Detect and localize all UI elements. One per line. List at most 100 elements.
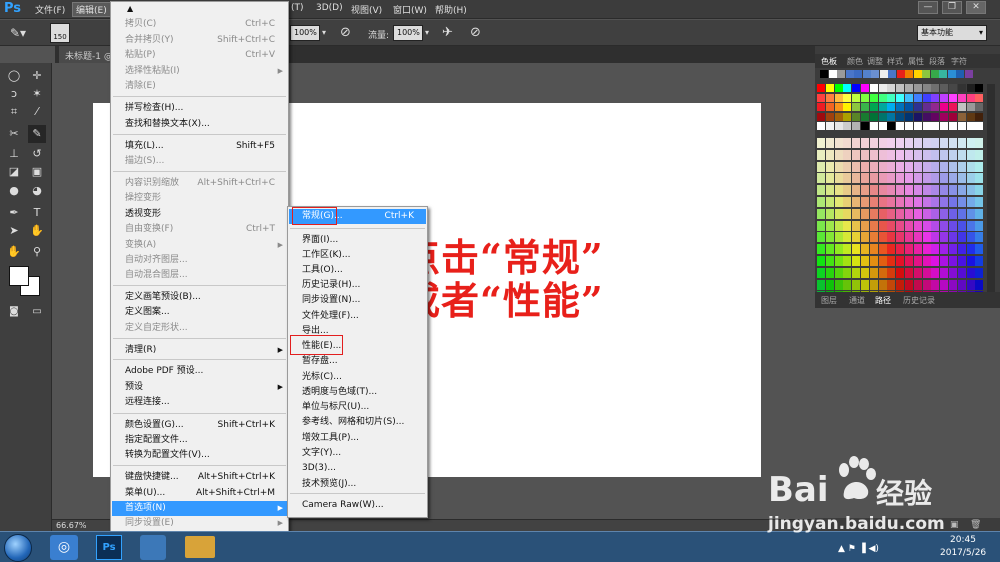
swatch[interactable]: [871, 70, 879, 78]
swatch[interactable]: [975, 138, 984, 148]
swatch[interactable]: [913, 244, 922, 255]
swatch[interactable]: [854, 70, 862, 78]
swatch[interactable]: [869, 232, 878, 243]
preferences-menu-item[interactable]: 历史记录(H)...: [289, 278, 426, 293]
swatch[interactable]: [975, 244, 984, 255]
menu-window[interactable]: 窗口(W): [390, 3, 430, 16]
preferences-menu-item[interactable]: 工具(O)...: [289, 263, 426, 278]
swatch[interactable]: [957, 244, 966, 255]
trash-icon[interactable]: 🗑: [970, 520, 981, 530]
swatch[interactable]: [975, 112, 984, 121]
swatch[interactable]: [869, 138, 878, 148]
swatch[interactable]: [931, 197, 940, 207]
edit-menu-item[interactable]: 远程连接...: [112, 395, 287, 410]
swatch[interactable]: [896, 197, 905, 207]
swatch[interactable]: [966, 112, 975, 121]
edit-menu-item[interactable]: 预设 ▶: [112, 380, 287, 395]
menu-edit[interactable]: 编辑(E): [72, 2, 111, 17]
folder-taskbar-icon[interactable]: [185, 536, 215, 558]
menu-view[interactable]: 视图(V): [348, 3, 385, 16]
swatch[interactable]: [905, 208, 913, 219]
swatch[interactable]: [949, 256, 957, 266]
swatch-grid[interactable]: [816, 68, 984, 320]
swatch[interactable]: [887, 112, 896, 121]
swatch[interactable]: [922, 70, 930, 78]
path-select-icon[interactable]: ➤: [5, 222, 23, 240]
swatch[interactable]: [957, 93, 966, 102]
swatch[interactable]: [852, 122, 861, 130]
swatch[interactable]: [825, 161, 834, 172]
preferences-menu-item[interactable]: 参考线、网格和切片(S)...: [289, 415, 426, 430]
swatch[interactable]: [825, 138, 834, 148]
swatch[interactable]: [949, 161, 957, 172]
swatch[interactable]: [879, 70, 888, 78]
swatch[interactable]: [975, 103, 984, 111]
swatch[interactable]: [852, 138, 861, 148]
swatch[interactable]: [905, 197, 913, 207]
swatch[interactable]: [940, 103, 949, 111]
blur-tool-icon[interactable]: ●: [5, 182, 23, 200]
swatch[interactable]: [940, 149, 949, 160]
preferences-menu-item[interactable]: 技术预览(J)...: [289, 477, 426, 492]
swatch[interactable]: [922, 256, 931, 266]
swatch[interactable]: [905, 93, 913, 102]
swatch[interactable]: [896, 70, 905, 78]
swatch[interactable]: [878, 112, 887, 121]
swatch[interactable]: [922, 185, 931, 196]
swatch[interactable]: [887, 267, 896, 278]
swatch[interactable]: [834, 197, 843, 207]
swatch[interactable]: [975, 185, 984, 196]
eraser-tool-icon[interactable]: ◪: [5, 163, 23, 181]
swatch[interactable]: [966, 256, 975, 266]
swatch[interactable]: [949, 197, 957, 207]
hand-tool-icon[interactable]: ✋: [5, 243, 23, 261]
swatch[interactable]: [887, 93, 896, 102]
swatch[interactable]: [869, 185, 878, 196]
zoom-tool-icon[interactable]: ⚲: [28, 243, 46, 261]
swatch[interactable]: [825, 112, 834, 121]
swatch[interactable]: [966, 93, 975, 102]
swatch[interactable]: [843, 197, 852, 207]
tray-icons[interactable]: ▲ ⚑ ▐ ◀): [838, 544, 879, 554]
swatch[interactable]: [931, 161, 940, 172]
preferences-menu-item[interactable]: 同步设置(N)...: [289, 293, 426, 308]
swatch[interactable]: [913, 208, 922, 219]
edit-menu-item[interactable]: 查找和替换文本(X)...: [112, 117, 287, 132]
swatch[interactable]: [869, 267, 878, 278]
healing-brush-icon[interactable]: ✂: [5, 125, 23, 143]
menu-3d[interactable]: 3D(D): [313, 3, 346, 13]
swatch[interactable]: [931, 185, 940, 196]
quick-mask-icon[interactable]: ◙: [5, 303, 23, 321]
edit-menu-item[interactable]: 颜色设置(G)... Shift+Ctrl+K: [112, 418, 287, 433]
swatch[interactable]: [834, 161, 843, 172]
swatch[interactable]: [931, 138, 940, 148]
swatch[interactable]: [913, 149, 922, 160]
swatch[interactable]: [861, 103, 869, 111]
swatch[interactable]: [922, 161, 931, 172]
swatch[interactable]: [922, 220, 931, 231]
swatch[interactable]: [966, 232, 975, 243]
swatch[interactable]: [869, 103, 878, 111]
swatch[interactable]: [825, 93, 834, 102]
swatch[interactable]: [913, 185, 922, 196]
swatch[interactable]: [878, 173, 887, 184]
swatch[interactable]: [947, 70, 956, 78]
swatch[interactable]: [905, 185, 913, 196]
swatch[interactable]: [939, 70, 947, 78]
swatch[interactable]: [861, 244, 869, 255]
chevron-down-icon[interactable]: ▾: [322, 28, 326, 37]
swatch[interactable]: [834, 267, 843, 278]
brush-tool-icon[interactable]: ✎: [28, 125, 46, 143]
swatch-scrollbar[interactable]: [987, 84, 995, 324]
swatch[interactable]: [878, 84, 887, 92]
swatch[interactable]: [975, 232, 984, 243]
swatch[interactable]: [896, 244, 905, 255]
foreground-color-swatch[interactable]: [9, 266, 29, 286]
swatch[interactable]: [852, 173, 861, 184]
swatch[interactable]: [913, 93, 922, 102]
swatch[interactable]: [820, 70, 828, 78]
swatch[interactable]: [975, 84, 984, 92]
minimize-button[interactable]: —: [918, 1, 938, 14]
swatch[interactable]: [913, 173, 922, 184]
swatch[interactable]: [878, 279, 887, 290]
